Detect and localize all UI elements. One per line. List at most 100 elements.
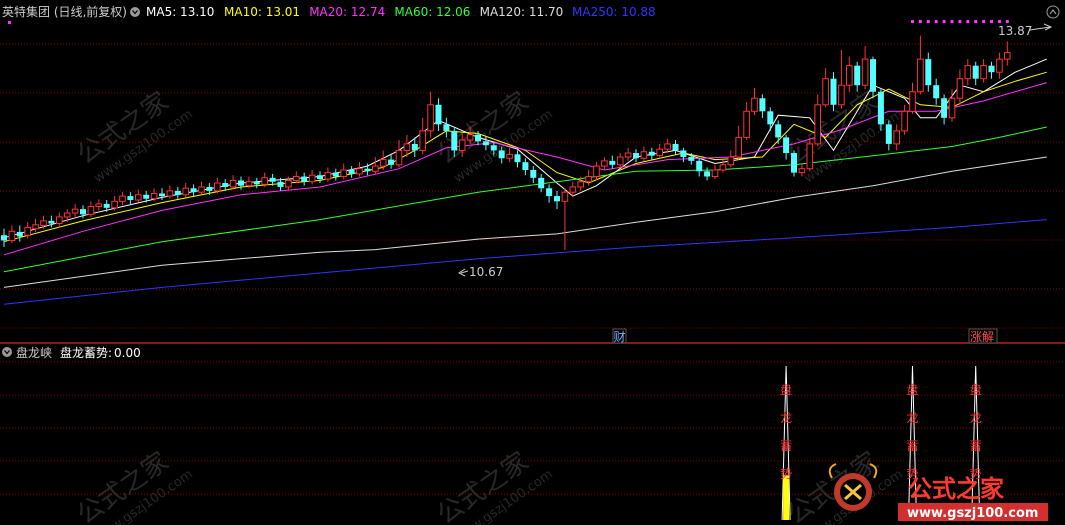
candle-body <box>324 172 332 180</box>
stock-title[interactable]: 英特集团 (日线,前复权) <box>2 4 127 19</box>
candle-body <box>561 191 569 202</box>
candle-body <box>32 224 39 230</box>
candle-body <box>111 200 118 209</box>
candle-body <box>838 84 845 106</box>
candle-body <box>451 130 458 151</box>
candle-body <box>941 98 948 118</box>
event-marker-zhangjie[interactable]: 涨解 <box>968 328 998 344</box>
candle-body <box>80 209 86 215</box>
candle-body <box>348 170 355 174</box>
limit-up-dot <box>997 20 1001 23</box>
candle-body <box>861 58 869 86</box>
candle-body <box>546 188 553 197</box>
indicator-value: 0.00 <box>114 346 141 360</box>
candle-body <box>411 143 418 151</box>
candle-body <box>759 98 766 112</box>
candle-body <box>822 78 829 106</box>
candle-body <box>522 162 529 170</box>
candle-body <box>751 97 758 112</box>
signal-char: 蓄 <box>970 439 982 453</box>
candle-body <box>174 190 181 195</box>
candle-body <box>830 78 837 105</box>
candle-body <box>925 59 932 86</box>
candle-body <box>301 176 308 182</box>
candle-body <box>783 137 790 154</box>
candle-body <box>672 143 679 151</box>
signal-char: 盘 <box>970 382 982 397</box>
limit-up-dot <box>990 20 993 23</box>
candle-body <box>743 110 750 138</box>
candle-body <box>379 159 387 167</box>
candle-body <box>719 164 727 171</box>
candle-body <box>530 170 537 178</box>
candle-body <box>150 192 158 200</box>
limit-up-dot <box>966 20 970 23</box>
candle-body <box>506 153 513 159</box>
candle-body <box>427 104 434 132</box>
candle-body <box>885 124 892 144</box>
candle-body <box>956 78 964 99</box>
ma-legend-item-4: MA120: 11.70 <box>480 5 564 19</box>
candle-body <box>8 230 16 241</box>
chevron-down-icon[interactable] <box>130 7 140 17</box>
candle-body <box>238 180 244 186</box>
signal-char: 势 <box>780 467 792 481</box>
candle-body <box>190 188 197 193</box>
candle-body <box>372 165 379 172</box>
candle-body <box>443 124 450 131</box>
candle-body <box>103 203 110 208</box>
candle-body <box>854 65 861 86</box>
chart-area[interactable]: 公式之家 www.gszj100.com 公式之家 www.gszj100.co… <box>0 0 1065 525</box>
candle-body <box>458 139 466 151</box>
candle-body <box>948 97 956 119</box>
candle-body <box>253 181 260 185</box>
limit-up-dot <box>8 21 11 24</box>
candle-body <box>466 134 474 141</box>
svg-text:财: 财 <box>614 330 626 344</box>
svg-text:涨解: 涨解 <box>970 329 994 344</box>
candle-body <box>814 104 822 145</box>
candle-body <box>806 143 814 170</box>
candle-body <box>222 183 229 187</box>
indicator-header: 盘龙峡 盘龙蓄势: 0.00 <box>2 345 141 360</box>
limit-up-dot <box>1005 20 1009 23</box>
candle-body <box>317 175 323 180</box>
candle-body <box>206 186 213 191</box>
candle-body <box>364 168 371 172</box>
ma-legend-item-0: MA5: 13.10 <box>146 5 214 19</box>
candle-body <box>388 159 395 165</box>
candle-body <box>846 65 853 86</box>
indicator-title[interactable]: 盘龙峡 <box>16 345 52 360</box>
signal-char: 蓄 <box>780 439 792 453</box>
candle-body <box>917 58 924 93</box>
candle-body <box>577 181 585 188</box>
candle-body <box>616 156 624 166</box>
candle-body <box>633 153 639 159</box>
signal-bar <box>783 475 790 520</box>
low-price-label: 10.67 <box>469 265 503 279</box>
logo-url: www.gszj100.com <box>907 506 1038 521</box>
signal-char: 蓄 <box>907 439 919 453</box>
candle-body <box>640 151 648 159</box>
candle-body <box>775 124 782 138</box>
candle-body <box>16 231 23 237</box>
limit-up-dot <box>918 20 922 23</box>
event-marker-cai[interactable]: 财 <box>612 328 627 344</box>
candle-body <box>277 181 284 187</box>
candle-body <box>791 153 797 173</box>
limit-up-dot <box>982 20 986 23</box>
signal-char: 龙 <box>907 411 919 425</box>
candle-body <box>735 136 743 158</box>
candle-body <box>498 150 505 159</box>
candle-body <box>56 216 63 224</box>
candle-body <box>601 160 608 167</box>
logo-text: 公式之家 <box>908 475 1004 503</box>
candle-body <box>933 85 940 99</box>
chevron-down-icon[interactable] <box>2 347 12 357</box>
candle-body <box>269 177 276 182</box>
high-price-label: 13.87 <box>998 24 1032 38</box>
candle-body <box>285 179 292 188</box>
candle-body <box>1004 52 1011 60</box>
candle-body <box>261 177 268 185</box>
candle-body <box>48 220 55 224</box>
